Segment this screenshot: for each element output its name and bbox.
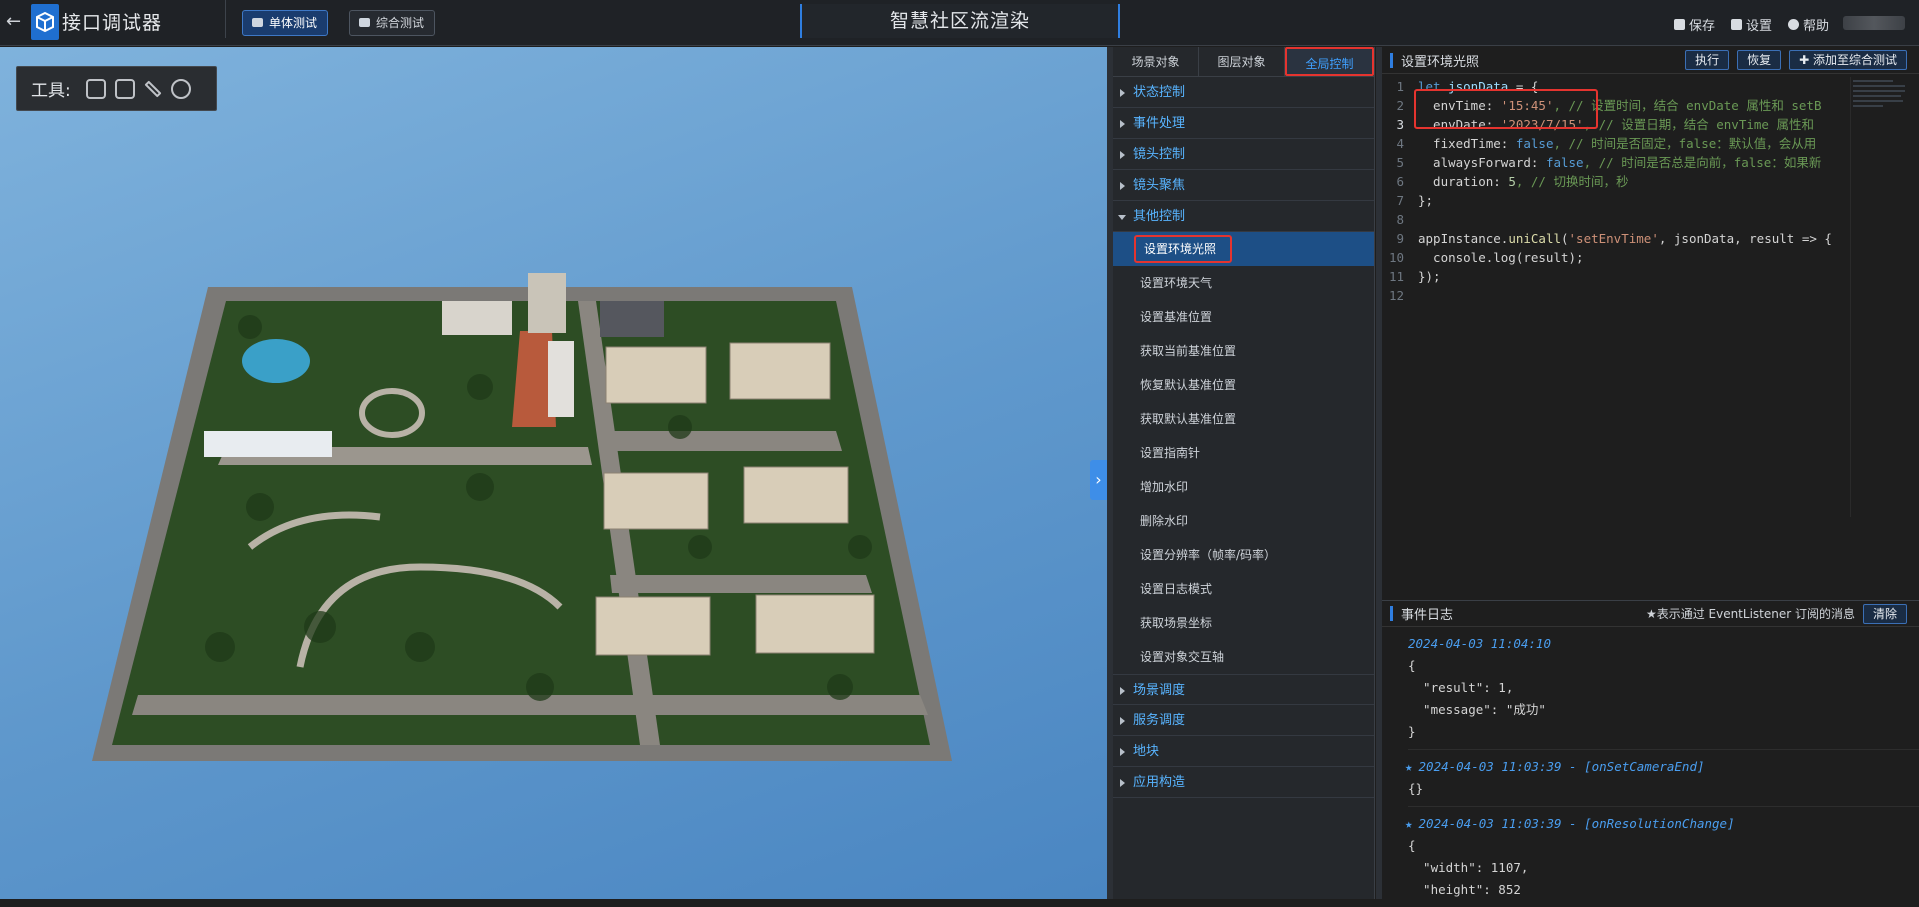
settings-button[interactable]: 设置 xyxy=(1730,15,1772,34)
item-add-watermark[interactable]: 增加水印 xyxy=(1113,470,1374,504)
code-line: 12 xyxy=(1388,288,1404,303)
group-state-control[interactable]: 状态控制 xyxy=(1113,77,1374,108)
run-button[interactable]: 执行 xyxy=(1685,50,1730,70)
pen-icon[interactable] xyxy=(144,80,162,97)
log-body[interactable]: 2024-04-03 11:04:10 { "result": 1, "mess… xyxy=(1382,627,1919,907)
gear-icon xyxy=(1730,19,1742,30)
restore-button[interactable]: 恢复 xyxy=(1737,50,1782,70)
log-timestamp: 2024-04-03 11:04:10 xyxy=(1408,636,1551,651)
item-get-current-base-position[interactable]: 获取当前基准位置 xyxy=(1113,334,1374,368)
clear-button[interactable]: 清除 xyxy=(1862,603,1907,624)
item-set-compass[interactable]: 设置指南针 xyxy=(1113,436,1374,470)
item-set-interaction-axis[interactable]: 设置对象交互轴 xyxy=(1113,640,1374,674)
group-service-dispatch[interactable]: 服务调度 xyxy=(1113,705,1374,736)
scan-icon[interactable] xyxy=(114,78,135,99)
help-button[interactable]: 帮助 xyxy=(1787,15,1829,34)
cube-icon xyxy=(252,18,263,27)
log-json-line: "height": 852 xyxy=(1408,882,1521,897)
code-line: 7}; xyxy=(1396,193,1434,208)
log-json-line: "result": 1, xyxy=(1408,680,1514,695)
log-json-line: {} xyxy=(1408,781,1424,796)
code-minimap[interactable] xyxy=(1850,77,1910,517)
log-timestamp: 2024-04-03 11:03:39 - [onSetCameraEnd] xyxy=(1418,759,1705,774)
divider xyxy=(225,0,226,38)
code-line: 9 appInstance. uniCall('setEnvTime', jsonD… xyxy=(1396,231,1832,246)
group-app-construct[interactable]: 应用构造 xyxy=(1113,767,1374,798)
log-header: 事件日志 ★表示通过 EventListener 订阅的消息 清除 xyxy=(1382,601,1919,627)
toolbox: 工具: xyxy=(16,66,217,111)
back-arrow-icon[interactable]: ← xyxy=(6,12,24,32)
group-camera-focus[interactable]: 镜头聚焦 xyxy=(1113,170,1374,201)
cube-logo-icon xyxy=(36,11,54,33)
top-actions: 保存 设置 帮助 xyxy=(1673,15,1829,34)
user-avatar[interactable] xyxy=(1843,16,1905,30)
render-viewport[interactable]: 工具: › xyxy=(0,47,1107,899)
layers-icon xyxy=(359,18,370,27)
item-restore-default-base-position[interactable]: 恢复默认基准位置 xyxy=(1113,368,1374,402)
item-remove-watermark[interactable]: 删除水印 xyxy=(1113,504,1374,538)
api-tree-panel: 场景对象 图层对象 全局控制 状态控制 事件处理 镜头控制 镜头聚焦 其他控制 … xyxy=(1113,47,1375,899)
log-entry: ★ 2024-04-03 11:03:39 - [onResolutionChan… xyxy=(1405,807,1919,907)
code-line: 11}); xyxy=(1388,269,1441,284)
code-line: 6 duration: 5, // 切换时间，秒 xyxy=(1396,174,1629,189)
scene-title: 智慧社区流渲染 xyxy=(800,4,1120,38)
code-editor[interactable]: 1 let jsonData = { 2 envTime: '15:45', //… xyxy=(1382,75,1852,585)
save-button[interactable]: 保存 xyxy=(1673,15,1715,34)
community-3d-scene xyxy=(92,273,952,761)
log-entry: 2024-04-03 11:04:10 { "result": 1, "mess… xyxy=(1408,627,1919,750)
tab-integration-test[interactable]: 综合测试 xyxy=(349,10,436,36)
group-scene-dispatch[interactable]: 场景调度 xyxy=(1113,674,1374,705)
code-line: 4 fixedTime: false, // 时间是否固定，false：默认值，… xyxy=(1396,136,1817,151)
editor-header: 设置环境光照 执行 恢复 ✚ 添加至综合测试 xyxy=(1382,47,1919,74)
app-logo xyxy=(31,4,59,40)
item-set-env-weather[interactable]: 设置环境天气 xyxy=(1113,266,1374,300)
log-json-line: "message": "成功" xyxy=(1408,702,1546,717)
log-json-line: } xyxy=(1408,724,1416,739)
event-log: 事件日志 ★表示通过 EventListener 订阅的消息 清除 2024-0… xyxy=(1382,600,1919,899)
item-get-default-base-position[interactable]: 获取默认基准位置 xyxy=(1113,402,1374,436)
star-icon: ★ xyxy=(1405,759,1413,774)
log-timestamp: 2024-04-03 11:03:39 - [onResolutionChang… xyxy=(1418,816,1735,831)
tab-single-test[interactable]: 单体测试 xyxy=(242,10,329,36)
item-set-env-light[interactable]: 设置环境光照 xyxy=(1113,232,1374,266)
star-icon: ★ xyxy=(1405,816,1413,831)
item-set-resolution[interactable]: 设置分辨率（帧率/码率） xyxy=(1113,538,1374,572)
add-to-integration-button[interactable]: ✚ 添加至综合测试 xyxy=(1789,50,1907,70)
item-get-scene-coords[interactable]: 获取场景坐标 xyxy=(1113,606,1374,640)
item-set-log-mode[interactable]: 设置日志模式 xyxy=(1113,572,1374,606)
top-bar: ← 接口调试器 单体测试 综合测试 智慧社区流渲染 保存 设置 帮助 xyxy=(0,0,1919,46)
log-hint: ★表示通过 EventListener 订阅的消息 xyxy=(1645,607,1855,621)
help-icon xyxy=(1787,19,1799,30)
tab-scene-objects[interactable]: 场景对象 xyxy=(1113,47,1199,76)
settings-icon[interactable] xyxy=(170,78,191,99)
group-other-control[interactable]: 其他控制 xyxy=(1113,201,1374,232)
log-json-line: { xyxy=(1408,658,1416,673)
group-camera-control[interactable]: 镜头控制 xyxy=(1113,139,1374,170)
log-entry: ★ 2024-04-03 11:03:39 - [onSetCameraEnd] … xyxy=(1405,750,1919,807)
tab-layer-objects[interactable]: 图层对象 xyxy=(1199,47,1285,76)
editor-title: 设置环境光照 xyxy=(1401,54,1480,70)
editor-panel: 设置环境光照 执行 恢复 ✚ 添加至综合测试 1 let jsonData = {… xyxy=(1382,47,1919,899)
log-json-line: "width": 1107, xyxy=(1408,860,1529,875)
save-icon xyxy=(1673,19,1685,30)
toolbox-label: 工具: xyxy=(31,81,71,101)
log-accent xyxy=(1390,606,1393,621)
mid-tabs: 场景对象 图层对象 全局控制 xyxy=(1113,47,1374,77)
code-line: 8 xyxy=(1396,212,1404,227)
log-json-line: { xyxy=(1408,838,1416,853)
locate-icon[interactable] xyxy=(85,78,106,99)
log-title: 事件日志 xyxy=(1401,608,1454,623)
group-land-parcel[interactable]: 地块 xyxy=(1113,736,1374,767)
header-accent xyxy=(1390,52,1393,68)
tab-global-control[interactable]: 全局控制 xyxy=(1285,47,1374,76)
item-set-base-position[interactable]: 设置基准位置 xyxy=(1113,300,1374,334)
group-event-handling[interactable]: 事件处理 xyxy=(1113,108,1374,139)
code-line: 10 console.log(result); xyxy=(1388,250,1584,265)
app-title: 接口调试器 xyxy=(62,12,163,34)
highlight-box xyxy=(1414,89,1598,129)
code-line: 5 alwaysForward: false, // 时间是否总是向前，fals… xyxy=(1396,155,1822,170)
collapse-panel-button[interactable]: › xyxy=(1090,460,1107,500)
